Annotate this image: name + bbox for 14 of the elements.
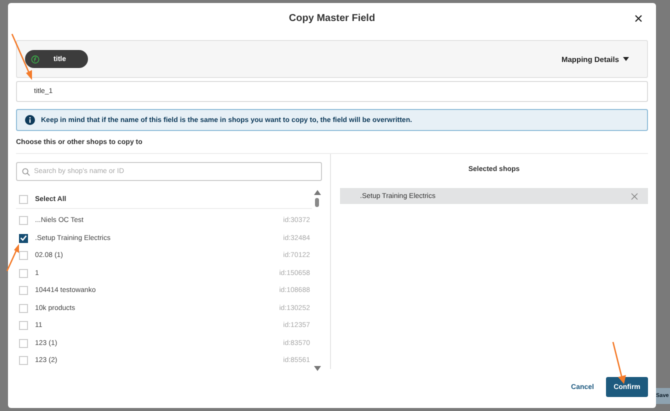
scroll-up-icon[interactable] [314,190,320,195]
select-all-checkbox[interactable] [19,194,28,204]
caret-icon [623,57,629,61]
annotation-arrow [10,33,34,81]
scrollbar[interactable] [312,190,322,371]
shop-checkbox[interactable] [19,234,28,243]
close-icon[interactable] [635,15,642,22]
annotation-arrow [611,341,627,385]
remove-icon[interactable] [631,192,638,200]
scroll-down-icon[interactable] [314,366,320,371]
annotation-arrow [6,244,20,272]
info-icon [25,115,35,125]
dialog-title: Copy Master Field [288,12,376,24]
function-icon [31,54,40,64]
